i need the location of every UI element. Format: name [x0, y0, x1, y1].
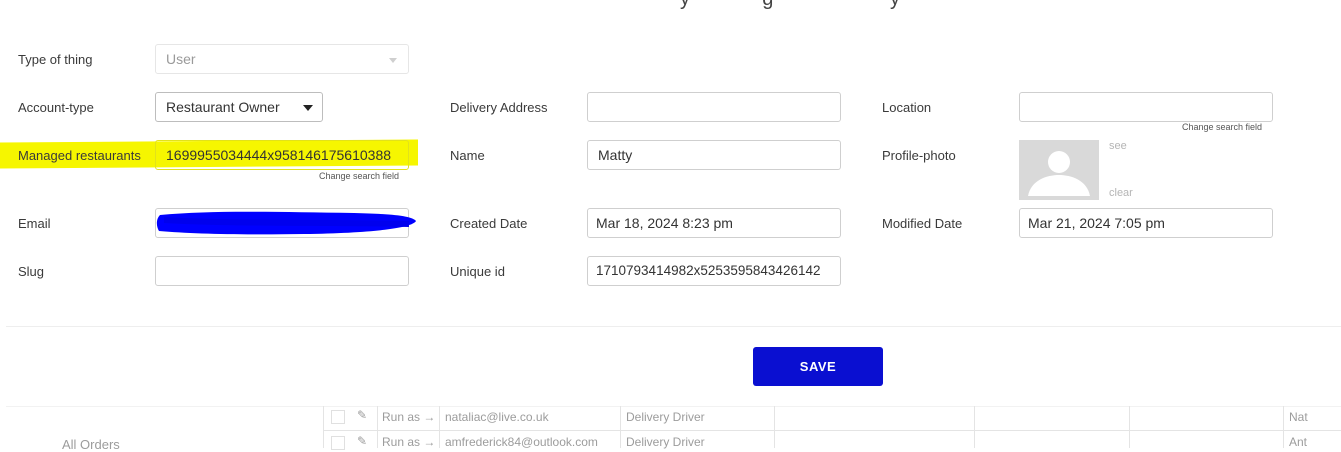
unique-id-input[interactable]: 1710793414982x5253595843426142	[587, 256, 841, 286]
table-col-divider	[323, 406, 324, 448]
created-date-input[interactable]: Mar 18, 2024 8:23 pm	[587, 208, 841, 238]
location-input[interactable]	[1019, 92, 1273, 122]
email-label: Email	[18, 216, 51, 231]
save-button[interactable]: SAVE	[753, 347, 883, 386]
type-of-thing-select[interactable]: User	[155, 44, 409, 74]
redaction-scribble	[156, 211, 416, 235]
avatar-icon	[1028, 151, 1090, 196]
background-divider	[6, 406, 1341, 407]
profile-photo-placeholder[interactable]	[1019, 140, 1099, 200]
table-col-divider	[1129, 406, 1130, 448]
table-col-divider	[620, 406, 621, 448]
modified-date-input[interactable]: Mar 21, 2024 7:05 pm	[1019, 208, 1273, 238]
sidebar-item-all-orders[interactable]: All Orders	[62, 437, 120, 452]
type-of-thing-value: User	[166, 51, 196, 67]
table-col-divider	[377, 406, 378, 448]
account-type-dropdown[interactable]: Restaurant Owner	[155, 92, 323, 122]
table-row-last: Ant	[1289, 435, 1308, 449]
chevron-down-icon	[303, 105, 313, 111]
table-col-divider	[439, 406, 440, 448]
table-row-email: amfrederick84@outlook.com	[445, 435, 598, 449]
table-row-last: Nat	[1289, 410, 1308, 424]
name-label: Name	[450, 148, 485, 163]
delivery-address-label: Delivery Address	[450, 100, 548, 115]
table-col-divider	[974, 406, 975, 448]
account-type-label: Account-type	[18, 100, 94, 115]
chevron-down-icon	[389, 58, 397, 63]
managed-restaurants-label: Managed restaurants	[18, 148, 141, 163]
slug-input[interactable]	[155, 256, 409, 286]
table-row-divider	[323, 430, 1341, 431]
modified-date-label: Modified Date	[882, 216, 963, 231]
table-col-divider	[1283, 406, 1284, 448]
type-of-thing-label: Type of thing	[18, 52, 93, 67]
location-change-search-field-link[interactable]: Change search field	[1182, 122, 1262, 132]
table-row-role: Delivery Driver	[626, 410, 705, 424]
table-row-email: nataliac@live.co.uk	[445, 410, 549, 424]
profile-photo-see-link[interactable]: see	[1109, 140, 1127, 152]
table-row-role: Delivery Driver	[626, 435, 705, 449]
table-row-run-as[interactable]: Run as →	[382, 410, 435, 424]
location-label: Location	[882, 100, 932, 115]
created-date-label: Created Date	[450, 216, 528, 231]
managed-restaurants-input[interactable]: 1699955034444x958146175610388	[155, 140, 409, 170]
page-title-fragment: y g y	[680, 0, 900, 11]
managed-restaurants-change-search-field-link[interactable]: Change search field	[319, 171, 399, 181]
profile-photo-clear-link[interactable]: clear	[1109, 187, 1133, 199]
profile-photo-label: Profile-photo	[882, 148, 956, 163]
checkbox[interactable]	[331, 410, 345, 424]
edit-pencil-icon[interactable]: ✎	[357, 408, 367, 422]
account-type-value: Restaurant Owner	[166, 99, 280, 115]
slug-label: Slug	[18, 264, 45, 279]
table-col-divider	[774, 406, 775, 448]
edit-pencil-icon[interactable]: ✎	[357, 434, 367, 448]
form-divider	[6, 326, 1341, 327]
name-input[interactable]: Matty	[587, 140, 841, 170]
unique-id-label: Unique id	[450, 264, 505, 279]
delivery-address-input[interactable]	[587, 92, 841, 122]
table-row-run-as[interactable]: Run as →	[382, 435, 435, 449]
